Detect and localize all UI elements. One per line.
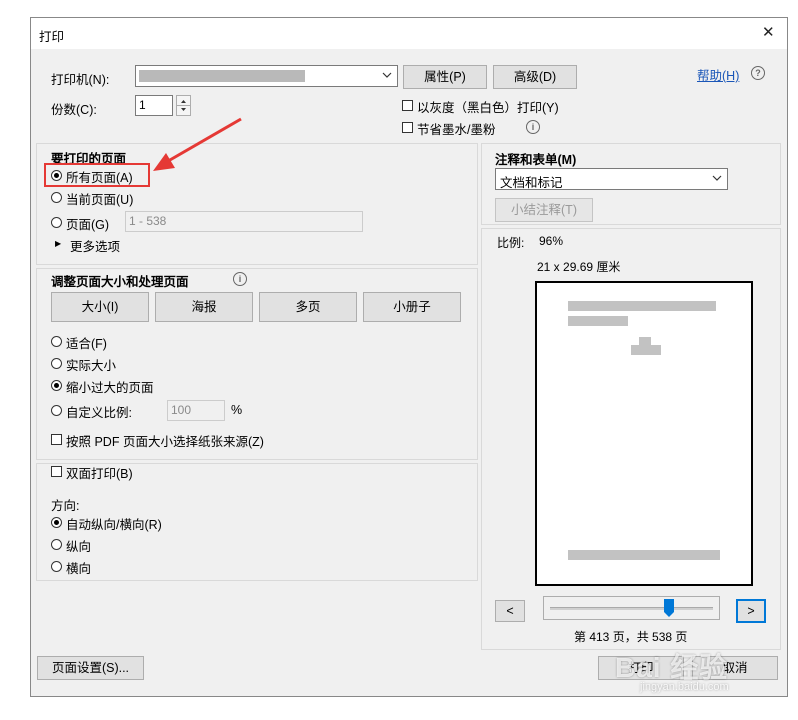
watermark-url: jingyan.baidu.com [640, 681, 729, 693]
custom-scale-input[interactable]: 100 [167, 400, 225, 421]
info-icon[interactable]: i [526, 120, 540, 134]
scale-label: 比例: [497, 236, 525, 250]
highlight-box [44, 163, 150, 187]
window-title: 打印 [39, 30, 65, 44]
percent-label: % [231, 403, 243, 417]
fit-radio[interactable] [51, 336, 62, 347]
paper-size-label: 21 x 29.69 厘米 [537, 260, 621, 274]
current-page-radio[interactable] [51, 192, 62, 203]
page-range-label: 页面(G) [66, 218, 110, 232]
landscape-label: 横向 [66, 562, 92, 576]
fit-label: 适合(F) [66, 337, 107, 351]
summarize-comments-button[interactable]: 小结注释(T) [495, 198, 593, 222]
actual-size-label: 实际大小 [66, 359, 117, 373]
printer-label: 打印机(N): [51, 73, 110, 87]
save-ink-checkbox[interactable] [402, 122, 413, 133]
help-icon[interactable]: ? [751, 66, 765, 80]
auto-orientation-radio[interactable] [51, 517, 62, 528]
printer-select[interactable] [135, 65, 398, 87]
portrait-radio[interactable] [51, 539, 62, 550]
annotation-arrow [153, 117, 242, 171]
portrait-label: 纵向 [66, 540, 92, 554]
grayscale-checkbox[interactable] [402, 100, 413, 111]
size-button[interactable]: 大小(I) [51, 292, 149, 322]
preview-content-line [568, 301, 716, 311]
page-preview [535, 281, 753, 586]
current-page-label: 当前页面(U) [66, 193, 134, 207]
page-range-radio[interactable] [51, 217, 62, 228]
preview-content-block [631, 345, 661, 355]
print-dialog: 打印 ✕ 打印机(N): 属性(P) 高级(D) 帮助(H) ? 份数(C): … [30, 17, 788, 697]
info-icon[interactable]: i [233, 272, 247, 286]
properties-button[interactable]: 属性(P) [403, 65, 487, 89]
custom-scale-label: 自定义比例: [66, 406, 132, 420]
preview-content-block [639, 337, 651, 345]
expand-triangle-icon[interactable]: ▶ [55, 239, 61, 248]
page-slider[interactable] [543, 596, 720, 620]
help-link[interactable]: 帮助(H) [697, 65, 739, 84]
landscape-radio[interactable] [51, 561, 62, 572]
preview-content-line [568, 316, 628, 326]
chevron-down-icon [380, 66, 394, 86]
annotations-select[interactable]: 文档和标记 [495, 168, 728, 190]
choose-source-checkbox[interactable] [51, 434, 62, 445]
orientation-label: 方向: [51, 499, 80, 513]
slider-track [550, 607, 713, 610]
sizing-heading: 调整页面大小和处理页面 [51, 275, 189, 289]
poster-button[interactable]: 海报 [155, 292, 253, 322]
title-bar: 打印 ✕ [31, 18, 787, 49]
copies-stepper[interactable] [176, 95, 191, 116]
shrink-label: 缩小过大的页面 [66, 381, 154, 395]
close-icon[interactable]: ✕ [762, 23, 775, 41]
printer-name-redacted [139, 70, 305, 82]
annotations-heading: 注释和表单(M) [495, 153, 577, 167]
slider-thumb[interactable] [663, 598, 675, 618]
duplex-label: 双面打印(B) [66, 467, 133, 481]
actual-size-radio[interactable] [51, 358, 62, 369]
auto-orientation-label: 自动纵向/横向(R) [66, 518, 162, 532]
advanced-button[interactable]: 高级(D) [493, 65, 577, 89]
preview-content-line [568, 550, 720, 560]
copies-input[interactable]: 1 [135, 95, 173, 116]
next-page-button[interactable]: > [736, 599, 766, 623]
annotations-value: 文档和标记 [500, 176, 563, 190]
scale-value: 96% [539, 234, 564, 248]
chevron-down-icon [710, 169, 724, 189]
page-status: 第 413 页，共 538 页 [574, 630, 688, 644]
duplex-checkbox[interactable] [51, 466, 62, 477]
watermark-logo: Bai 经验 [615, 652, 729, 683]
shrink-radio[interactable] [51, 380, 62, 391]
previous-page-button[interactable]: < [495, 600, 525, 622]
booklet-button[interactable]: 小册子 [363, 292, 461, 322]
save-ink-label: 节省墨水/墨粉 [417, 123, 496, 137]
copies-label: 份数(C): [51, 103, 97, 117]
grayscale-label: 以灰度（黑白色）打印(Y) [417, 101, 559, 115]
page-setup-button[interactable]: 页面设置(S)... [37, 656, 144, 680]
choose-source-label: 按照 PDF 页面大小选择纸张来源(Z) [66, 435, 264, 449]
more-options-label[interactable]: 更多选项 [70, 236, 120, 255]
page-range-input[interactable]: 1 - 538 [125, 211, 363, 232]
multiple-button[interactable]: 多页 [259, 292, 357, 322]
custom-scale-radio[interactable] [51, 405, 62, 416]
